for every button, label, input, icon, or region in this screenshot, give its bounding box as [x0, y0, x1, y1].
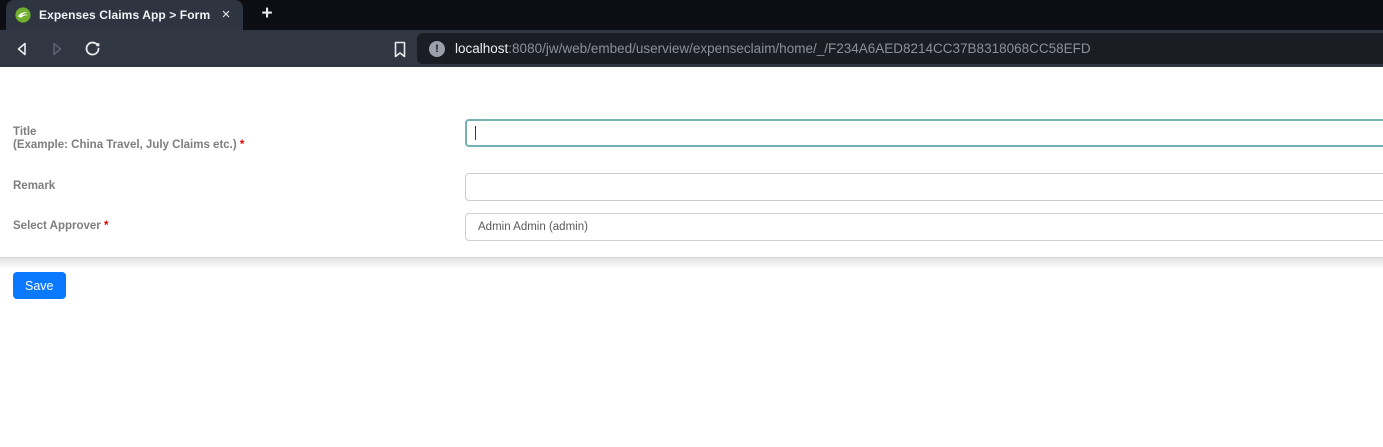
url-host: localhost	[455, 41, 508, 56]
approver-selected-value: Admin Admin (admin)	[478, 221, 588, 233]
remark-field-label: Remark	[13, 180, 465, 193]
address-bar[interactable]: ! localhost:8080/jw/web/embed/userview/e…	[417, 33, 1383, 64]
browser-toolbar: ! localhost:8080/jw/web/embed/userview/e…	[0, 30, 1383, 67]
approver-field-label: Select Approver *	[13, 220, 465, 233]
title-label-text: Title	[13, 126, 465, 139]
tab-title: Expenses Claims App > Form	[39, 8, 217, 22]
bookmark-icon	[393, 41, 407, 58]
reload-button[interactable]	[79, 36, 105, 62]
text-cursor	[475, 126, 476, 140]
reload-icon	[84, 40, 101, 57]
tab-close-icon[interactable]: ×	[217, 6, 235, 24]
active-tab[interactable]: Expenses Claims App > Form ×	[6, 0, 243, 30]
url-text: localhost:8080/jw/web/embed/userview/exp…	[455, 41, 1091, 56]
forward-button[interactable]	[44, 36, 70, 62]
title-input[interactable]	[465, 119, 1383, 147]
joget-favicon-icon	[15, 7, 31, 23]
new-tab-button[interactable]: +	[253, 1, 281, 29]
form-footer-divider	[0, 257, 1383, 269]
back-button[interactable]	[9, 36, 35, 62]
forward-icon	[49, 41, 65, 57]
web-page-content: Title (Example: China Travel, July Claim…	[0, 67, 1383, 447]
approver-select[interactable]: Admin Admin (admin)	[465, 213, 1383, 241]
required-asterisk: *	[104, 220, 108, 232]
title-label-hint: (Example: China Travel, July Claims etc.…	[13, 139, 465, 152]
remark-field-row: Remark	[13, 173, 1383, 201]
required-asterisk: *	[240, 139, 244, 151]
expense-claim-form: Title (Example: China Travel, July Claim…	[0, 67, 1383, 299]
save-button[interactable]: Save	[13, 272, 66, 299]
url-path: :8080/jw/web/embed/userview/expenseclaim…	[508, 41, 1090, 56]
title-field-row: Title (Example: China Travel, July Claim…	[13, 119, 1383, 152]
approver-field-row: Select Approver * Admin Admin (admin)	[13, 213, 1383, 241]
remark-input[interactable]	[465, 173, 1383, 201]
title-field-label: Title (Example: China Travel, July Claim…	[13, 126, 465, 152]
page-info-icon[interactable]: !	[429, 41, 445, 57]
back-icon	[14, 41, 30, 57]
browser-tab-bar: Expenses Claims App > Form × +	[0, 0, 1383, 30]
bookmark-button[interactable]	[387, 36, 413, 62]
